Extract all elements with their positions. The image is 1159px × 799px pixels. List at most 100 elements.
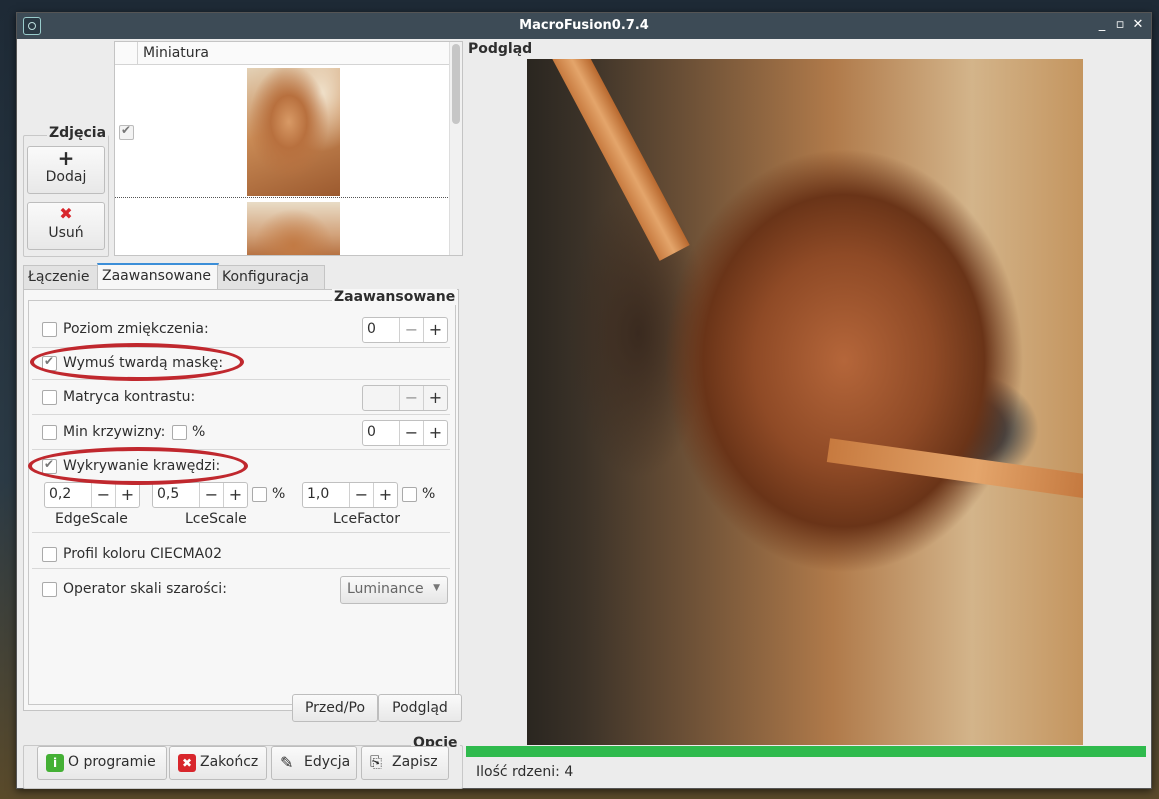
remove-photo-label: Usuń (48, 225, 84, 241)
grayscale-operator-label: Operator skali szarości: (63, 581, 227, 597)
contrast-matrix-checkbox[interactable] (42, 390, 57, 405)
soften-level-spinner[interactable]: 0 − + (362, 317, 448, 343)
about-label: O programie (68, 754, 156, 770)
preview-antenna (826, 438, 1083, 504)
remove-photo-button[interactable]: ✖ Usuń (27, 202, 105, 250)
cores-status: Ilość rdzeni: 4 (476, 764, 574, 780)
pencil-icon: ✎ (280, 753, 294, 772)
lce-factor-percent-checkbox[interactable] (402, 487, 417, 502)
plus-icon: + (57, 146, 75, 170)
thumbnail-column-header: Miniatura (143, 45, 210, 61)
quit-label: Zakończ (200, 754, 259, 770)
tab-configuration[interactable]: Konfiguracja (217, 265, 325, 290)
divider (32, 532, 450, 533)
thumbnail-list-header: Miniatura (115, 42, 450, 65)
quit-button[interactable]: ✖ Zakończ (169, 746, 267, 780)
minus-icon[interactable]: − (91, 483, 115, 507)
minus-icon[interactable]: − (399, 318, 423, 342)
soften-level-value: 0 (367, 321, 376, 337)
grayscale-operator-checkbox[interactable] (42, 582, 57, 597)
contrast-matrix-spinner[interactable]: − + (362, 385, 448, 411)
minimize-icon[interactable]: _ (1095, 17, 1109, 33)
plus-icon[interactable]: + (423, 318, 447, 342)
app-window: MacroFusion0.7.4 _ ▫ ✕ Zdjęcia + Dodaj ✖… (16, 12, 1152, 789)
preview-title: Podgląd (468, 41, 533, 57)
advanced-legend: Zaawansowane (332, 289, 458, 305)
plus-icon[interactable]: + (423, 386, 447, 410)
min-curvature-label: Min krzywizny: (63, 424, 166, 440)
grayscale-operator-select[interactable]: Luminance ▼ (340, 576, 448, 604)
divider (32, 568, 450, 569)
curvature-percent-checkbox[interactable] (172, 425, 187, 440)
remove-icon: ✖ (59, 204, 73, 223)
plus-icon[interactable]: + (223, 483, 247, 507)
add-photo-button[interactable]: + Dodaj (27, 146, 105, 194)
scrollbar-thumb[interactable] (452, 44, 460, 124)
grayscale-operator-value: Luminance (347, 581, 424, 597)
progress-bar (466, 746, 1146, 757)
lce-scale-value: 0,5 (157, 486, 180, 502)
save-icon: ⎘ (370, 753, 383, 771)
photo-thumbnail-2 (247, 202, 340, 255)
lce-scale-percent-checkbox[interactable] (252, 487, 267, 502)
lce-factor-spinner[interactable]: 1,0 − + (302, 482, 398, 508)
preview-button[interactable]: Podgląd (378, 694, 462, 722)
about-button[interactable]: i O programie (37, 746, 167, 780)
minus-icon[interactable]: − (199, 483, 223, 507)
close-icon: ✖ (178, 754, 196, 772)
info-icon: i (46, 754, 64, 772)
tab-bar: Łączenie Zaawansowane Konfiguracja (23, 263, 463, 291)
soften-level-label: Poziom zmiękczenia: (63, 321, 209, 337)
advanced-panel: Zaawansowane Poziom zmiękczenia: 0 − + W… (23, 289, 459, 711)
min-curvature-checkbox[interactable] (42, 425, 57, 440)
thumbnail-list[interactable]: Miniatura (114, 41, 463, 256)
chevron-down-icon: ▼ (433, 583, 440, 593)
plus-icon[interactable]: + (115, 483, 139, 507)
edit-button[interactable]: ✎ Edycja (271, 746, 357, 780)
lce-factor-caption: LceFactor (333, 511, 400, 527)
soften-level-checkbox[interactable] (42, 322, 57, 337)
include-photo-checkbox[interactable] (119, 123, 134, 140)
close-icon[interactable]: ✕ (1131, 17, 1145, 33)
thumbnail-scrollbar[interactable] (449, 42, 462, 255)
checkbox-column-header (115, 42, 138, 64)
plus-icon[interactable]: + (423, 421, 447, 445)
color-profile-label: Profil koloru CIECMA02 (63, 546, 223, 562)
lce-scale-percent-label: % (272, 486, 286, 502)
window-title: MacroFusion0.7.4 (519, 18, 649, 33)
minus-icon[interactable]: − (349, 483, 373, 507)
lce-scale-caption: LceScale (185, 511, 247, 527)
curvature-percent-label: % (192, 424, 206, 440)
edge-scale-spinner[interactable]: 0,2 − + (44, 482, 140, 508)
title-bar: MacroFusion0.7.4 _ ▫ ✕ (17, 13, 1151, 39)
color-profile-checkbox[interactable] (42, 547, 57, 562)
highlight-ellipse (28, 447, 248, 485)
edit-label: Edycja (304, 754, 351, 770)
tab-merging[interactable]: Łączenie (23, 265, 99, 290)
maximize-icon[interactable]: ▫ (1113, 17, 1127, 33)
add-photo-label: Dodaj (45, 169, 87, 185)
divider (32, 414, 450, 415)
main-content: Zdjęcia + Dodaj ✖ Usuń Miniatura Łączeni… (17, 39, 1151, 789)
minus-icon[interactable]: − (399, 386, 423, 410)
before-after-button[interactable]: Przed/Po (292, 694, 378, 722)
plus-icon[interactable]: + (373, 483, 397, 507)
preview-image (527, 59, 1083, 745)
tab-advanced[interactable]: Zaawansowane (97, 263, 219, 291)
min-curvature-spinner[interactable]: 0 − + (362, 420, 448, 446)
edge-scale-caption: EdgeScale (55, 511, 128, 527)
photos-legend: Zdjęcia (47, 125, 109, 141)
contrast-matrix-label: Matryca kontrastu: (63, 389, 196, 405)
list-item[interactable] (115, 65, 450, 198)
minus-icon[interactable]: − (399, 421, 423, 445)
lce-factor-value: 1,0 (307, 486, 330, 502)
edge-scale-value: 0,2 (49, 486, 72, 502)
min-curvature-value: 0 (367, 424, 376, 440)
save-label: Zapisz (392, 754, 438, 770)
save-button[interactable]: ⎘ Zapisz (361, 746, 449, 780)
lce-scale-spinner[interactable]: 0,5 − + (152, 482, 248, 508)
lce-factor-percent-label: % (422, 486, 436, 502)
highlight-ellipse (30, 343, 244, 381)
photo-thumbnail (247, 68, 340, 196)
preview-antenna (547, 59, 690, 261)
